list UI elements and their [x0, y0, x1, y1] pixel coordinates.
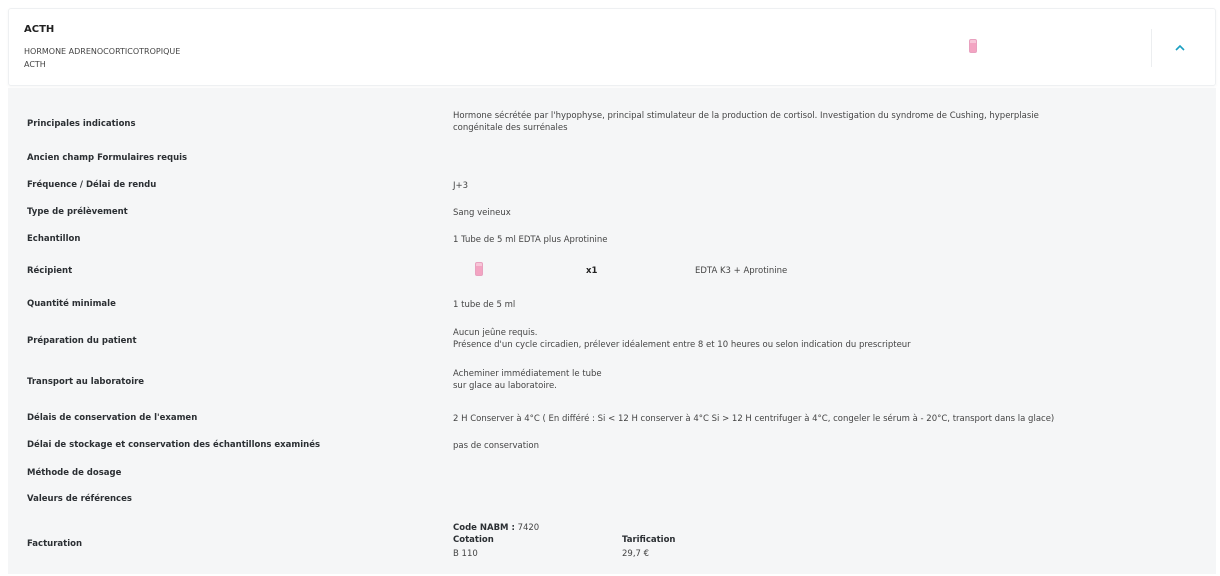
facturation-label: Facturation: [27, 539, 82, 549]
echantillon-label: Echantillon: [27, 234, 81, 244]
cotation-label: Cotation: [453, 535, 494, 545]
preparation-label: Préparation du patient: [27, 336, 137, 346]
exam-full-name: HORMONE ADRENOCORTICOTROPIQUE: [24, 47, 181, 56]
quantite-value: 1 tube de 5 ml: [453, 300, 516, 310]
nabm-label: Code NABM :: [453, 523, 515, 533]
recipient-label: Récipient: [27, 266, 73, 276]
chevron-up-icon[interactable]: [1173, 41, 1187, 55]
indications-value-line1: Hormone sécrétée par l'hypophyse, princi…: [453, 111, 1039, 121]
nabm-line: Code NABM : 7420: [453, 522, 539, 534]
stockage-value: pas de conservation: [453, 441, 539, 451]
indications-value: Hormone sécrétée par l'hypophyse, princi…: [453, 110, 1039, 134]
stockage-label: Délai de stockage et conservation des éc…: [27, 440, 321, 450]
type-value: Sang veineux: [453, 208, 511, 218]
echantillon-value: 1 Tube de 5 ml EDTA plus Aprotinine: [453, 235, 608, 245]
preparation-value-line1: Aucun jeûne requis.: [453, 328, 538, 338]
pink-tube-icon: [475, 262, 483, 280]
tarification-value: 29,7 €: [622, 549, 650, 559]
transport-value-line1: Acheminer immédiatement le tube: [453, 369, 602, 379]
methode-label: Méthode de dosage: [27, 468, 122, 478]
exam-abbreviation: ACTH: [24, 60, 46, 69]
exam-card-header: ACTH HORMONE ADRENOCORTICOTROPIQUE ACTH: [8, 8, 1216, 86]
recipient-type: EDTA K3 + Aprotinine: [695, 266, 788, 276]
type-label: Type de prélèvement: [27, 207, 128, 217]
frequence-label: Fréquence / Délai de rendu: [27, 180, 157, 190]
transport-value: Acheminer immédiatement le tube sur glac…: [453, 368, 602, 392]
cotation-value: B 110: [453, 549, 478, 559]
exam-details-panel: Principales indications Hormone sécrétée…: [8, 88, 1216, 574]
exam-code: ACTH: [24, 24, 55, 35]
quantite-label: Quantité minimale: [27, 299, 116, 309]
valeurs-label: Valeurs de références: [27, 494, 132, 504]
tarification-label: Tarification: [622, 535, 676, 545]
frequence-value: J+3: [453, 181, 469, 191]
ancien-label: Ancien champ Formulaires requis: [27, 153, 188, 163]
pink-tube-icon: [969, 38, 977, 57]
transport-label: Transport au laboratoire: [27, 377, 145, 387]
indications-label: Principales indications: [27, 119, 136, 129]
delais-label: Délais de conservation de l'examen: [27, 413, 198, 423]
recipient-quantity: x1: [586, 266, 598, 276]
preparation-value: Aucun jeûne requis. Présence d'un cycle …: [453, 327, 911, 351]
preparation-value-line2: Présence d'un cycle circadien, prélever …: [453, 340, 911, 350]
header-divider: [1151, 29, 1152, 67]
nabm-value: 7420: [517, 523, 540, 533]
transport-value-line2: sur glace au laboratoire.: [453, 381, 557, 391]
delais-value: 2 H Conserver à 4°C ( En différé : Si < …: [453, 414, 1055, 424]
indications-value-line2: congénitale des surrénales: [453, 123, 568, 133]
